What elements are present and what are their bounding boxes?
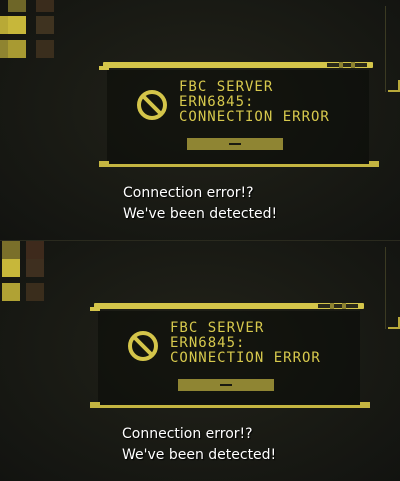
tile	[0, 16, 8, 34]
subtitle: Connection error!? We've been detected!	[122, 424, 276, 466]
tile	[8, 40, 26, 58]
error-message: CONNECTION ERROR	[179, 109, 330, 125]
edge-decoration	[385, 247, 400, 329]
tile	[2, 283, 20, 301]
edge-decoration	[385, 6, 400, 92]
dialog-top-bar	[99, 62, 373, 70]
prohibited-icon	[137, 90, 167, 120]
error-dialog: FBC SERVER ERN6845: CONNECTION ERROR	[90, 303, 370, 411]
tile	[2, 259, 20, 277]
dialog-text: FBC SERVER ERN6845: CONNECTION ERROR	[179, 80, 330, 125]
game-panel-1: FBC SERVER ERN6845: CONNECTION ERROR Con…	[0, 0, 400, 240]
tile	[26, 283, 44, 301]
minus-icon	[229, 143, 241, 145]
error-message: CONNECTION ERROR	[170, 350, 321, 366]
subtitle-line-2: We've been detected!	[123, 206, 278, 222]
dismiss-button[interactable]	[178, 379, 274, 391]
tile	[0, 40, 8, 58]
dialog-text: FBC SERVER ERN6845: CONNECTION ERROR	[170, 321, 321, 366]
game-panel-2: FBC SERVER ERN6845: CONNECTION ERROR Con…	[0, 240, 400, 481]
dialog-title: FBC SERVER	[179, 79, 274, 95]
tile	[36, 0, 54, 12]
dialog-title: FBC SERVER	[170, 320, 265, 336]
tile	[8, 16, 26, 34]
tile	[26, 259, 44, 277]
dialog-bottom-bar	[99, 161, 379, 167]
dialog-top-bar	[90, 303, 364, 311]
dismiss-button[interactable]	[187, 138, 283, 150]
tile	[36, 16, 54, 34]
minus-icon	[220, 384, 232, 386]
error-dialog: FBC SERVER ERN6845: CONNECTION ERROR	[99, 62, 379, 170]
error-code: ERN6845:	[179, 94, 255, 110]
tile	[8, 0, 26, 12]
subtitle-line-1: Connection error!?	[122, 426, 253, 442]
subtitle-line-1: Connection error!?	[123, 185, 254, 201]
tile	[26, 241, 44, 259]
prohibited-icon	[128, 331, 158, 361]
error-code: ERN6845:	[170, 335, 246, 351]
tile	[36, 40, 54, 58]
tile	[2, 241, 20, 259]
dialog-bottom-bar	[90, 402, 370, 408]
subtitle: Connection error!? We've been detected!	[123, 183, 277, 225]
subtitle-line-2: We've been detected!	[122, 447, 277, 463]
